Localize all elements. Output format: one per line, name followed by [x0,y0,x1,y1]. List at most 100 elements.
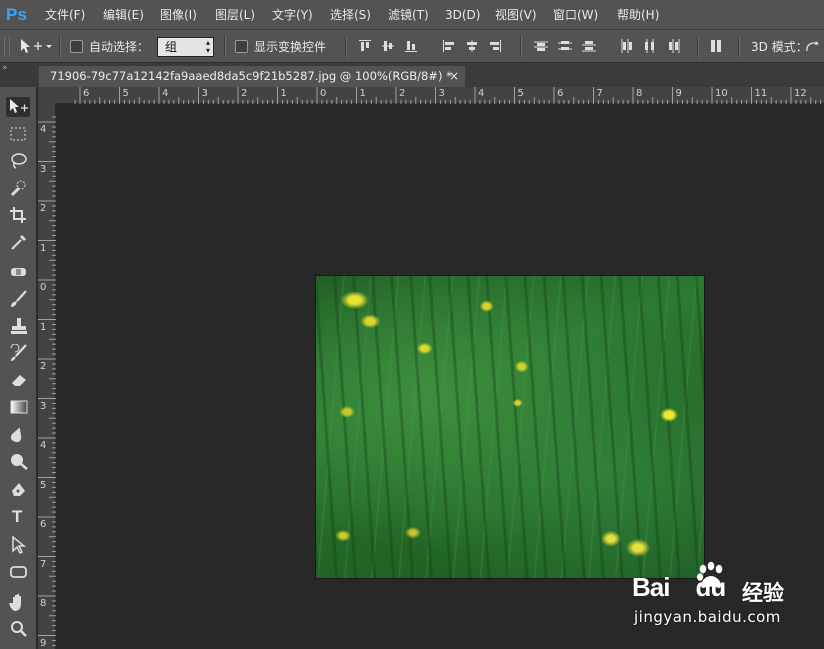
ruler-label: 0 [40,282,47,293]
ruler-label: 3 [201,88,208,99]
blur-tool-button[interactable] [6,424,30,444]
collapse-panel-button[interactable]: » [0,63,37,87]
ruler-label: 0 [320,88,327,99]
menu-select[interactable]: 选择(S) [330,0,371,30]
menu-window[interactable]: 窗口(W) [553,0,598,30]
3d-rotate-icon[interactable] [804,39,820,53]
eraser-tool-button[interactable] [6,370,30,390]
history-brush-icon [10,344,27,361]
ruler-label: 5 [122,88,129,99]
horizontal-ruler[interactable]: 6 5 4 3 2 1 0 1 2 3 4 5 6 7 8 9 10 11 12 [56,87,824,104]
gradient-icon [10,400,28,414]
hand-tool-button[interactable] [6,592,30,612]
options-bar: 自动选择： 组 ▴ ▾ 显示变换控件 3D 模式： [0,30,824,63]
marquee-tool-button[interactable] [6,124,30,144]
pen-nib-icon [12,483,25,496]
ruler-label: 6 [557,88,564,99]
align-right-edges-icon[interactable] [488,39,502,53]
menu-3d[interactable]: 3D(D) [445,0,480,30]
align-bottom-edges-icon[interactable] [404,39,418,53]
eyedropper-tool-button[interactable] [6,232,30,252]
clone-stamp-tool-button[interactable] [6,316,30,336]
show-transform-checkbox[interactable] [235,40,248,53]
menu-type[interactable]: 文字(Y) [272,0,313,30]
chevron-down-icon [46,45,52,48]
document-tab-bar: » 71906-79c77a12142fa9aaed8da5c9f21b5287… [0,63,824,87]
crop-tool-button[interactable] [6,205,30,225]
ruler-label: 2 [40,203,47,214]
magnifier-icon [11,621,27,637]
lasso-tool-button[interactable] [6,151,30,171]
ruler-label: 10 [715,88,728,99]
watermark-product: 经验 [742,581,784,605]
bandage-icon [11,268,26,276]
menu-help[interactable]: 帮助(H) [617,0,659,30]
distribute-bottom-edges-icon[interactable] [582,39,596,53]
menu-file[interactable]: 文件(F) [45,0,85,30]
align-vertical-centers-icon[interactable] [381,39,395,53]
menu-edit[interactable]: 编辑(E) [103,0,144,30]
path-selection-tool-button[interactable] [6,535,30,555]
healing-brush-tool-button[interactable] [6,262,30,282]
distribute-left-edges-icon[interactable] [619,39,633,53]
zoom-tool-button[interactable] [6,619,30,639]
document-image[interactable] [316,276,704,578]
ruler-label: 2 [399,88,406,99]
eyedropper-icon [11,235,26,250]
move-tool-button[interactable] [6,97,30,117]
auto-align-layers-icon[interactable] [710,39,724,53]
gradient-tool-button[interactable] [6,397,30,417]
dodge-tool-button[interactable] [6,451,30,471]
path-selection-arrow-icon [12,536,27,554]
type-tool-button[interactable]: T [6,507,30,528]
ruler-label: 1 [40,242,47,254]
menu-view[interactable]: 视图(V) [495,0,537,30]
blur-drop-icon [10,427,22,443]
ruler-label: 4 [40,440,47,451]
menu-image[interactable]: 图像(I) [160,0,197,30]
ruler-origin[interactable] [38,87,56,104]
ruler-label: 7 [596,88,603,99]
separator [59,36,61,58]
3d-mode-label: 3D 模式： [751,40,808,54]
document-tab-title: 71906-79c77a12142fa9aaed8da5c9f21b5287.j… [50,69,452,83]
dodge-icon [11,454,28,470]
brush-tool-button[interactable] [6,289,30,309]
distribute-right-edges-icon[interactable] [667,39,681,53]
separator [520,36,522,58]
menu-bar: Ps 文件(F) 编辑(E) 图像(I) 图层(L) 文字(Y) 选择(S) 滤… [0,0,824,30]
close-icon[interactable]: × [449,66,459,87]
separator [224,36,226,58]
auto-select-checkbox[interactable] [70,40,83,53]
history-brush-tool-button[interactable] [6,343,30,363]
hand-icon [9,594,21,611]
tool-preset-picker[interactable] [19,37,53,55]
document-tab[interactable]: 71906-79c77a12142fa9aaed8da5c9f21b5287.j… [39,66,465,87]
shape-tool-button[interactable] [6,562,30,582]
align-top-edges-icon[interactable] [358,39,372,53]
distribute-vertical-centers-icon[interactable] [558,39,572,53]
brush-icon [11,290,27,307]
separator [697,36,699,58]
vertical-ruler[interactable]: 4 3 2 1 0 1 2 3 4 5 6 7 8 9 [38,104,56,649]
stamp-icon [11,318,27,334]
eraser-icon [12,375,26,386]
ruler-label: 1 [40,321,47,333]
menu-filter[interactable]: 滤镜(T) [388,0,429,30]
auto-select-label: 自动选择： [89,40,150,54]
ruler-label: 12 [794,88,807,99]
ruler-label: 5 [517,88,524,99]
quick-selection-tool-button[interactable] [6,178,30,198]
pen-tool-button[interactable] [6,481,30,501]
show-transform-label: 显示变换控件 [254,40,327,54]
distribute-horizontal-centers-icon[interactable] [643,39,657,53]
menu-layer[interactable]: 图层(L) [215,0,255,30]
align-horizontal-centers-icon[interactable] [465,39,479,53]
options-bar-grip[interactable] [4,37,10,56]
distribute-top-edges-icon[interactable] [534,39,548,53]
auto-select-target-dropdown[interactable]: 组 ▴ ▾ [157,37,214,57]
tools-panel: T [0,87,37,649]
ruler-label: 2 [241,88,248,99]
align-left-edges-icon[interactable] [442,39,456,53]
baidu-jingyan-watermark: Bai du 经验 jingyan.baidu.com [632,560,822,630]
